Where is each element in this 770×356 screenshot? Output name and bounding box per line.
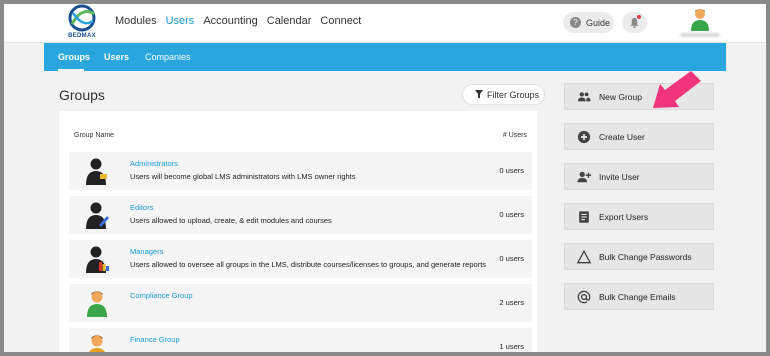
notification-dot	[637, 15, 641, 19]
column-header-users: # Users	[502, 132, 527, 139]
filter-label: Filter Groups	[487, 89, 540, 100]
group-name-link[interactable]: Managers	[130, 247, 163, 256]
nav-connect[interactable]: Connect	[320, 15, 361, 27]
guide-button[interactable]: ? Guide	[563, 12, 614, 33]
group-user-count: 0 users	[499, 254, 524, 263]
person-add-icon	[577, 171, 591, 182]
user-name-blurred	[680, 33, 720, 37]
plus-circle-icon	[577, 130, 591, 143]
new-group-label: New Group	[599, 91, 642, 102]
at-sign-icon	[577, 290, 591, 303]
group-user-count: 0 users	[499, 166, 524, 175]
filter-groups-button[interactable]: Filter Groups	[462, 84, 545, 105]
groups-table: Group Name # Users Administrators Users …	[59, 111, 537, 352]
group-name-link[interactable]: Compliance Group	[130, 291, 193, 300]
group-user-count: 0 users	[499, 210, 524, 219]
column-header-group-name: Group Name	[74, 132, 115, 139]
group-name-link[interactable]: Editors	[130, 203, 153, 212]
notifications-button[interactable]	[622, 12, 647, 33]
sub-nav: Groups Users Companies	[44, 43, 726, 71]
nav-users[interactable]: Users	[166, 15, 195, 27]
table-row[interactable]: Managers Users allowed to oversee all gr…	[69, 240, 532, 278]
tab-users[interactable]: Users	[104, 52, 129, 62]
nav-modules[interactable]: Modules	[115, 15, 157, 27]
tab-groups[interactable]: Groups	[58, 52, 90, 62]
editor-silhouette-icon	[86, 202, 109, 229]
group-user-count: 1 users	[499, 342, 524, 351]
person-avatar-icon	[87, 291, 107, 317]
group-icon	[577, 91, 591, 101]
guide-label: Guide	[586, 17, 611, 28]
table-row[interactable]: Administrators Users will become global …	[69, 152, 532, 190]
warning-triangle-icon	[577, 249, 591, 263]
table-row[interactable]: Compliance Group 2 users	[69, 284, 532, 322]
bulk-change-emails-label: Bulk Change Emails	[599, 291, 676, 302]
logo-text: BEDMAX	[68, 33, 96, 39]
group-user-count: 2 users	[499, 298, 524, 307]
export-users-button[interactable]: Export Users	[564, 203, 714, 230]
bulk-change-passwords-label: Bulk Change Passwords	[599, 251, 692, 262]
main-nav: Modules Users Accounting Calendar Connec…	[115, 15, 361, 27]
table-row[interactable]: Editors Users allowed to upload, create,…	[69, 196, 532, 234]
filter-icon	[475, 90, 483, 99]
bulk-change-emails-button[interactable]: Bulk Change Emails	[564, 283, 714, 310]
page-title: Groups	[59, 87, 105, 103]
person-avatar-icon	[89, 335, 105, 352]
manager-silhouette-icon	[86, 246, 109, 273]
pointer-arrow-annotation	[653, 71, 701, 108]
group-name-link[interactable]: Administrators	[130, 159, 178, 168]
question-icon: ?	[570, 17, 581, 28]
create-user-button[interactable]: Create User	[564, 123, 714, 150]
app-window: BEDMAX Modules Users Accounting Calendar…	[4, 4, 766, 352]
document-icon	[579, 210, 589, 223]
group-name-link[interactable]: Finance Group	[130, 335, 180, 344]
create-user-label: Create User	[599, 131, 645, 142]
admin-silhouette-icon	[86, 158, 107, 185]
group-description: Users will become global LMS administrat…	[130, 172, 356, 181]
export-users-label: Export Users	[599, 211, 649, 222]
group-description: Users allowed to oversee all groups in t…	[130, 260, 487, 269]
user-avatar-icon[interactable]	[690, 7, 710, 31]
table-row[interactable]: Finance Group 1 users	[69, 328, 532, 352]
nav-accounting[interactable]: Accounting	[203, 15, 257, 27]
nav-calendar[interactable]: Calendar	[267, 15, 312, 27]
top-bar: BEDMAX Modules Users Accounting Calendar…	[4, 4, 766, 43]
invite-user-button[interactable]: Invite User	[564, 163, 714, 190]
bulk-change-passwords-button[interactable]: Bulk Change Passwords	[564, 243, 714, 270]
group-description: Users allowed to upload, create, & edit …	[130, 216, 332, 225]
tab-companies[interactable]: Companies	[145, 52, 191, 62]
active-tab-indicator	[58, 69, 84, 71]
invite-user-label: Invite User	[599, 171, 640, 182]
